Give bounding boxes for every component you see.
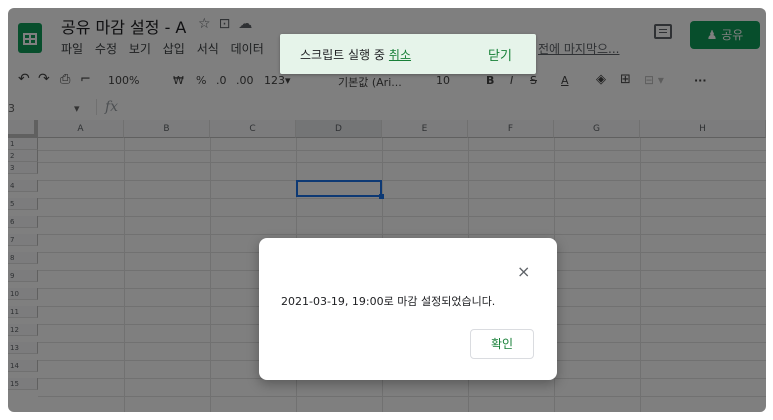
toast-text: 스크립트 실행 중: [300, 48, 385, 62]
ok-button[interactable]: 확인: [470, 329, 534, 359]
dialog-message: 2021-03-19, 19:00로 마감 설정되었습니다.: [281, 295, 496, 308]
toast-cancel-link[interactable]: 취소: [389, 48, 411, 62]
screenshot-frame: 공유 마감 설정 - A ☆⊡☁ 파일 수정 보기 삽입 서식 데이터 전에 마…: [0, 0, 773, 420]
alert-dialog: × 2021-03-19, 19:00로 마감 설정되었습니다. 확인: [259, 238, 557, 380]
script-running-toast: 스크립트 실행 중 취소 닫기: [280, 34, 536, 74]
close-icon[interactable]: ×: [517, 262, 530, 281]
toast-message: 스크립트 실행 중 취소: [300, 46, 411, 63]
sheets-app: 공유 마감 설정 - A ☆⊡☁ 파일 수정 보기 삽입 서식 데이터 전에 마…: [8, 8, 766, 412]
toast-close-button[interactable]: 닫기: [488, 45, 512, 64]
